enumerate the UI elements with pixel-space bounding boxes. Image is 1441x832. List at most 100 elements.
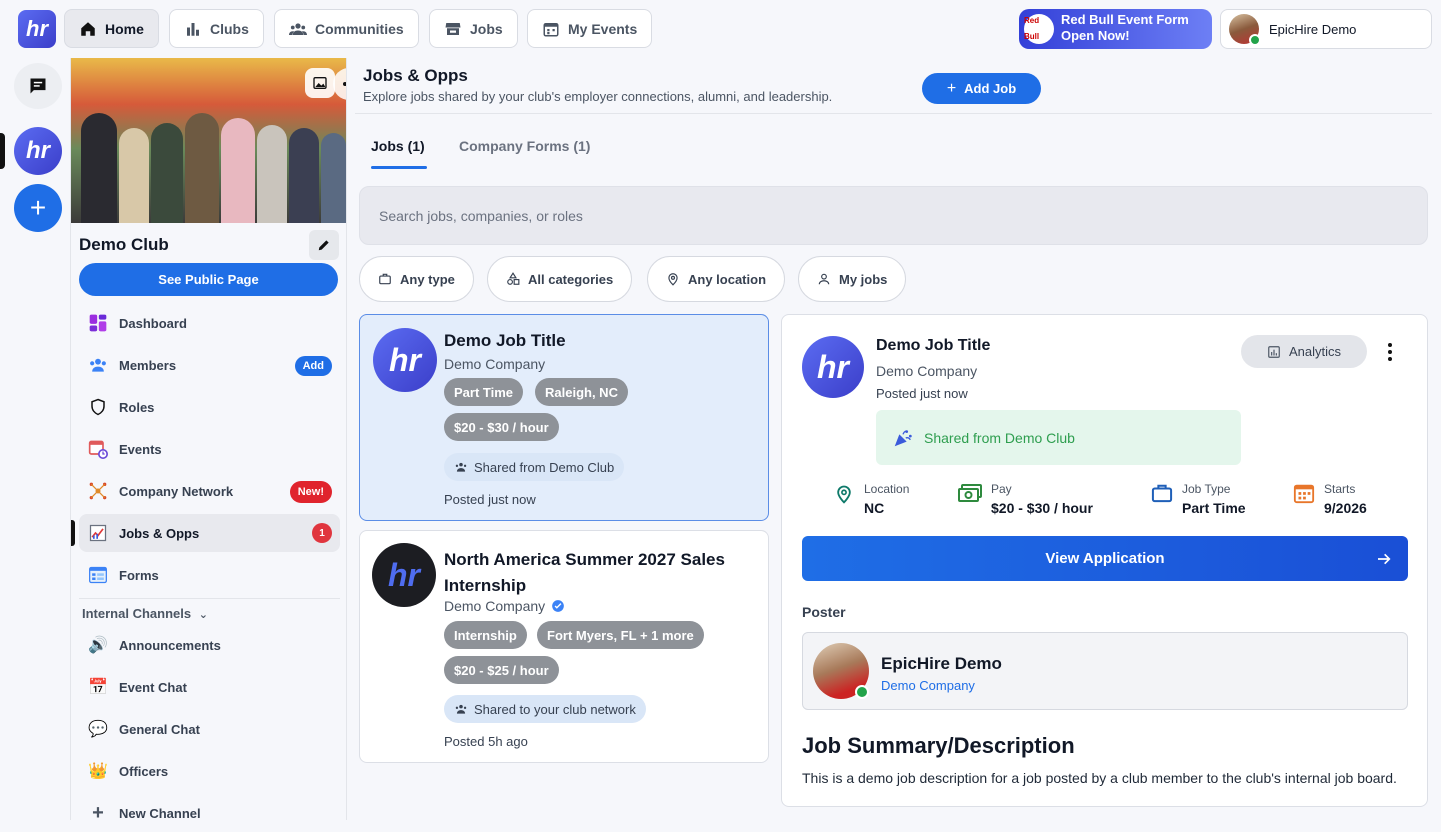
shared-banner: Shared from Demo Club bbox=[876, 410, 1241, 465]
job-detail-panel: hr Demo Job Title Demo Company Posted ju… bbox=[781, 314, 1428, 807]
members-icon bbox=[87, 354, 109, 376]
network-icon bbox=[87, 480, 109, 502]
sidebar-item-forms[interactable]: Forms bbox=[79, 556, 340, 594]
plus-icon: + bbox=[29, 192, 47, 223]
nav-my-events[interactable]: My Events bbox=[527, 9, 653, 48]
online-indicator bbox=[1249, 34, 1261, 46]
stat-label: Starts bbox=[1324, 482, 1356, 496]
promo-banner[interactable]: Red Bull Red Bull Event Form Open Now! bbox=[1019, 9, 1212, 49]
channel-general-chat[interactable]: 💬 General Chat bbox=[79, 710, 340, 748]
jobs-count-badge: 1 bbox=[312, 523, 332, 543]
poster-avatar bbox=[813, 643, 869, 699]
image-icon bbox=[313, 77, 327, 89]
summary-title: Job Summary/Description bbox=[802, 733, 1075, 758]
sidebar-item-jobs-opps[interactable]: Jobs & Opps 1 bbox=[79, 514, 340, 552]
stat-value: NC bbox=[864, 500, 885, 516]
sidebar-item-events[interactable]: Events bbox=[79, 430, 340, 468]
internal-channels-header[interactable]: Internal Channels ⌄ bbox=[82, 606, 208, 621]
stat-value: 9/2026 bbox=[1324, 500, 1367, 516]
sidebar-item-company-network[interactable]: Company Network New! bbox=[79, 472, 340, 510]
briefcase-icon bbox=[1151, 484, 1173, 503]
jobs-chart-icon bbox=[87, 522, 109, 544]
verified-icon bbox=[552, 600, 564, 612]
location-tag: Raleigh, NC bbox=[535, 378, 628, 406]
summary-text: This is a demo job description for a job… bbox=[802, 770, 1397, 786]
job-type-tag: Internship bbox=[444, 621, 527, 649]
promo-subtitle: Open Now! bbox=[1061, 28, 1130, 43]
nav-communities[interactable]: Communities bbox=[274, 9, 419, 48]
nav-home[interactable]: Home bbox=[64, 9, 159, 48]
add-job-button[interactable]: + Add Job bbox=[922, 73, 1041, 104]
posted-time: Posted just now bbox=[444, 492, 536, 507]
active-club-indicator bbox=[0, 133, 5, 169]
filter-categories[interactable]: All categories bbox=[487, 256, 633, 302]
pay-tag: $20 - $30 / hour bbox=[444, 413, 559, 441]
see-public-page-button[interactable]: See Public Page bbox=[79, 263, 338, 296]
people-icon bbox=[455, 462, 467, 472]
selected-indicator bbox=[71, 520, 75, 546]
shapes-icon bbox=[507, 272, 520, 285]
stat-label: Job Type bbox=[1182, 482, 1231, 496]
pay-tag: $20 - $25 / hour bbox=[444, 656, 559, 684]
calendar-icon: 📅 bbox=[88, 679, 108, 696]
sidebar-item-members[interactable]: Members Add bbox=[79, 346, 340, 384]
club-name: Demo Club bbox=[79, 235, 169, 254]
edit-club-button[interactable] bbox=[309, 230, 339, 260]
sidebar-item-dashboard[interactable]: Dashboard bbox=[79, 304, 340, 342]
map-pin-icon bbox=[668, 273, 678, 286]
job-card[interactable]: hr Demo Job Title Demo Company Part Time… bbox=[359, 314, 769, 521]
red-bull-logo: Red Bull bbox=[1024, 14, 1054, 44]
more-options-icon[interactable] bbox=[1382, 341, 1398, 363]
crown-icon: 👑 bbox=[88, 763, 108, 780]
messages-button[interactable] bbox=[14, 63, 62, 109]
map-pin-icon bbox=[837, 485, 851, 504]
sidebar-item-roles[interactable]: Roles bbox=[79, 388, 340, 426]
divider bbox=[355, 113, 1432, 114]
active-tab-underline bbox=[371, 166, 427, 169]
plus-icon: + bbox=[946, 79, 957, 97]
nav-jobs[interactable]: Jobs bbox=[429, 9, 518, 48]
add-club-button[interactable]: + bbox=[14, 184, 62, 232]
promo-title: Red Bull Event Form bbox=[1061, 12, 1189, 27]
tab-jobs[interactable]: Jobs (1) bbox=[371, 138, 425, 154]
arrow-right-icon bbox=[1378, 553, 1391, 565]
new-badge: New! bbox=[289, 481, 332, 503]
analytics-icon bbox=[1268, 345, 1280, 358]
job-title: North America Summer 2027 Sales Internsh… bbox=[444, 550, 725, 595]
company-name: Demo Company bbox=[444, 598, 546, 614]
job-card[interactable]: hr North America Summer 2027 Sales Inter… bbox=[359, 530, 769, 763]
calendar-clock-icon bbox=[87, 438, 109, 460]
shared-badge: Shared to your club network bbox=[444, 695, 646, 723]
calendar-icon bbox=[1293, 484, 1315, 504]
channel-officers[interactable]: 👑 Officers bbox=[79, 752, 340, 790]
posted-time: Posted 5h ago bbox=[444, 734, 528, 749]
channel-event-chat[interactable]: 📅 Event Chat bbox=[79, 668, 340, 706]
calendar-icon bbox=[543, 22, 559, 36]
filter-my-jobs[interactable]: My jobs bbox=[798, 256, 907, 302]
shared-badge: Shared from Demo Club bbox=[444, 453, 625, 481]
search-input[interactable]: Search jobs, companies, or roles bbox=[359, 186, 1428, 245]
stat-label: Location bbox=[864, 482, 910, 496]
app-logo[interactable]: hr bbox=[18, 10, 56, 48]
user-menu[interactable]: EpicHire Demo bbox=[1220, 9, 1432, 49]
analytics-button[interactable]: Analytics bbox=[1241, 335, 1367, 368]
add-member-button[interactable]: Add bbox=[294, 356, 332, 376]
poster-card[interactable]: EpicHire Demo Demo Company bbox=[802, 632, 1408, 710]
location-tag: Fort Myers, FL + 1 more bbox=[537, 621, 704, 649]
filter-location[interactable]: Any location bbox=[647, 256, 786, 302]
chevron-down-icon: ⌄ bbox=[198, 609, 208, 621]
tab-company-forms[interactable]: Company Forms (1) bbox=[459, 138, 590, 154]
detail-company: Demo Company bbox=[876, 363, 978, 379]
nav-clubs[interactable]: Clubs bbox=[169, 9, 264, 48]
speaker-icon: 🔊 bbox=[88, 637, 108, 654]
filter-type[interactable]: Any type bbox=[359, 256, 474, 302]
job-type-tag: Part Time bbox=[444, 378, 524, 406]
club-switcher-demo-club[interactable]: hr bbox=[14, 127, 62, 175]
chat-icon bbox=[30, 78, 46, 94]
change-cover-button[interactable] bbox=[305, 68, 335, 98]
poster-company-link[interactable]: Demo Company bbox=[881, 678, 975, 693]
new-channel-button[interactable]: + New Channel bbox=[79, 794, 340, 832]
view-application-button[interactable]: View Application bbox=[802, 536, 1408, 581]
channel-announcements[interactable]: 🔊 Announcements bbox=[79, 626, 340, 664]
pencil-icon bbox=[318, 240, 329, 251]
